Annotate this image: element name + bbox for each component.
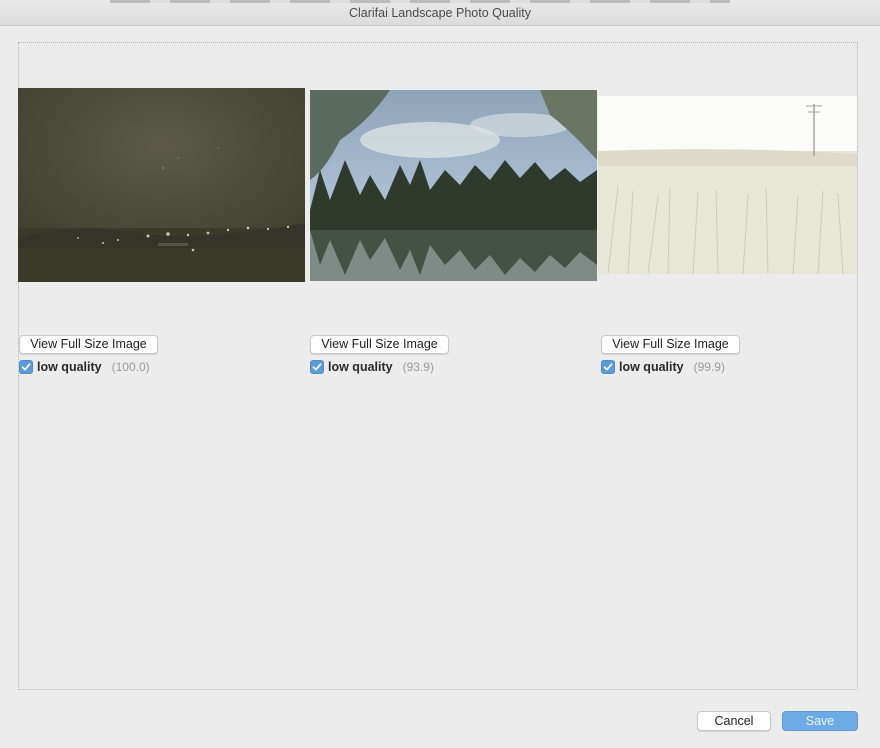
photo-2-lake-forest: [310, 90, 597, 281]
quality-score-2: (93.9): [402, 360, 434, 374]
save-button[interactable]: Save: [782, 711, 858, 731]
view-full-size-button-3[interactable]: View Full Size Image: [601, 335, 740, 354]
low-quality-checkbox-3[interactable]: [601, 360, 615, 374]
window-title: Clarifai Landscape Photo Quality: [348, 6, 532, 20]
quality-label-2: low quality: [328, 360, 393, 374]
view-full-size-button-1[interactable]: View Full Size Image: [19, 335, 158, 354]
quality-score-3: (99.9): [693, 360, 725, 374]
background-window-strip: [110, 0, 730, 3]
quality-row-2: low quality (93.9): [310, 359, 434, 375]
photo-1-night-lake: [18, 88, 305, 282]
quality-label-1: low quality: [37, 360, 102, 374]
low-quality-checkbox-1[interactable]: [19, 360, 33, 374]
cancel-button[interactable]: Cancel: [697, 711, 771, 731]
checkmark-icon: [603, 363, 613, 371]
quality-label-3: low quality: [619, 360, 684, 374]
checkmark-icon: [21, 363, 31, 371]
view-full-size-button-2[interactable]: View Full Size Image: [310, 335, 449, 354]
photo-3-wheat-field: [598, 96, 857, 274]
quality-score-1: (100.0): [111, 360, 150, 374]
checkmark-icon: [312, 363, 322, 371]
quality-row-1: low quality (100.0): [19, 359, 150, 375]
low-quality-checkbox-2[interactable]: [310, 360, 324, 374]
window-titlebar: Clarifai Landscape Photo Quality: [0, 0, 880, 26]
quality-row-3: low quality (99.9): [601, 359, 725, 375]
